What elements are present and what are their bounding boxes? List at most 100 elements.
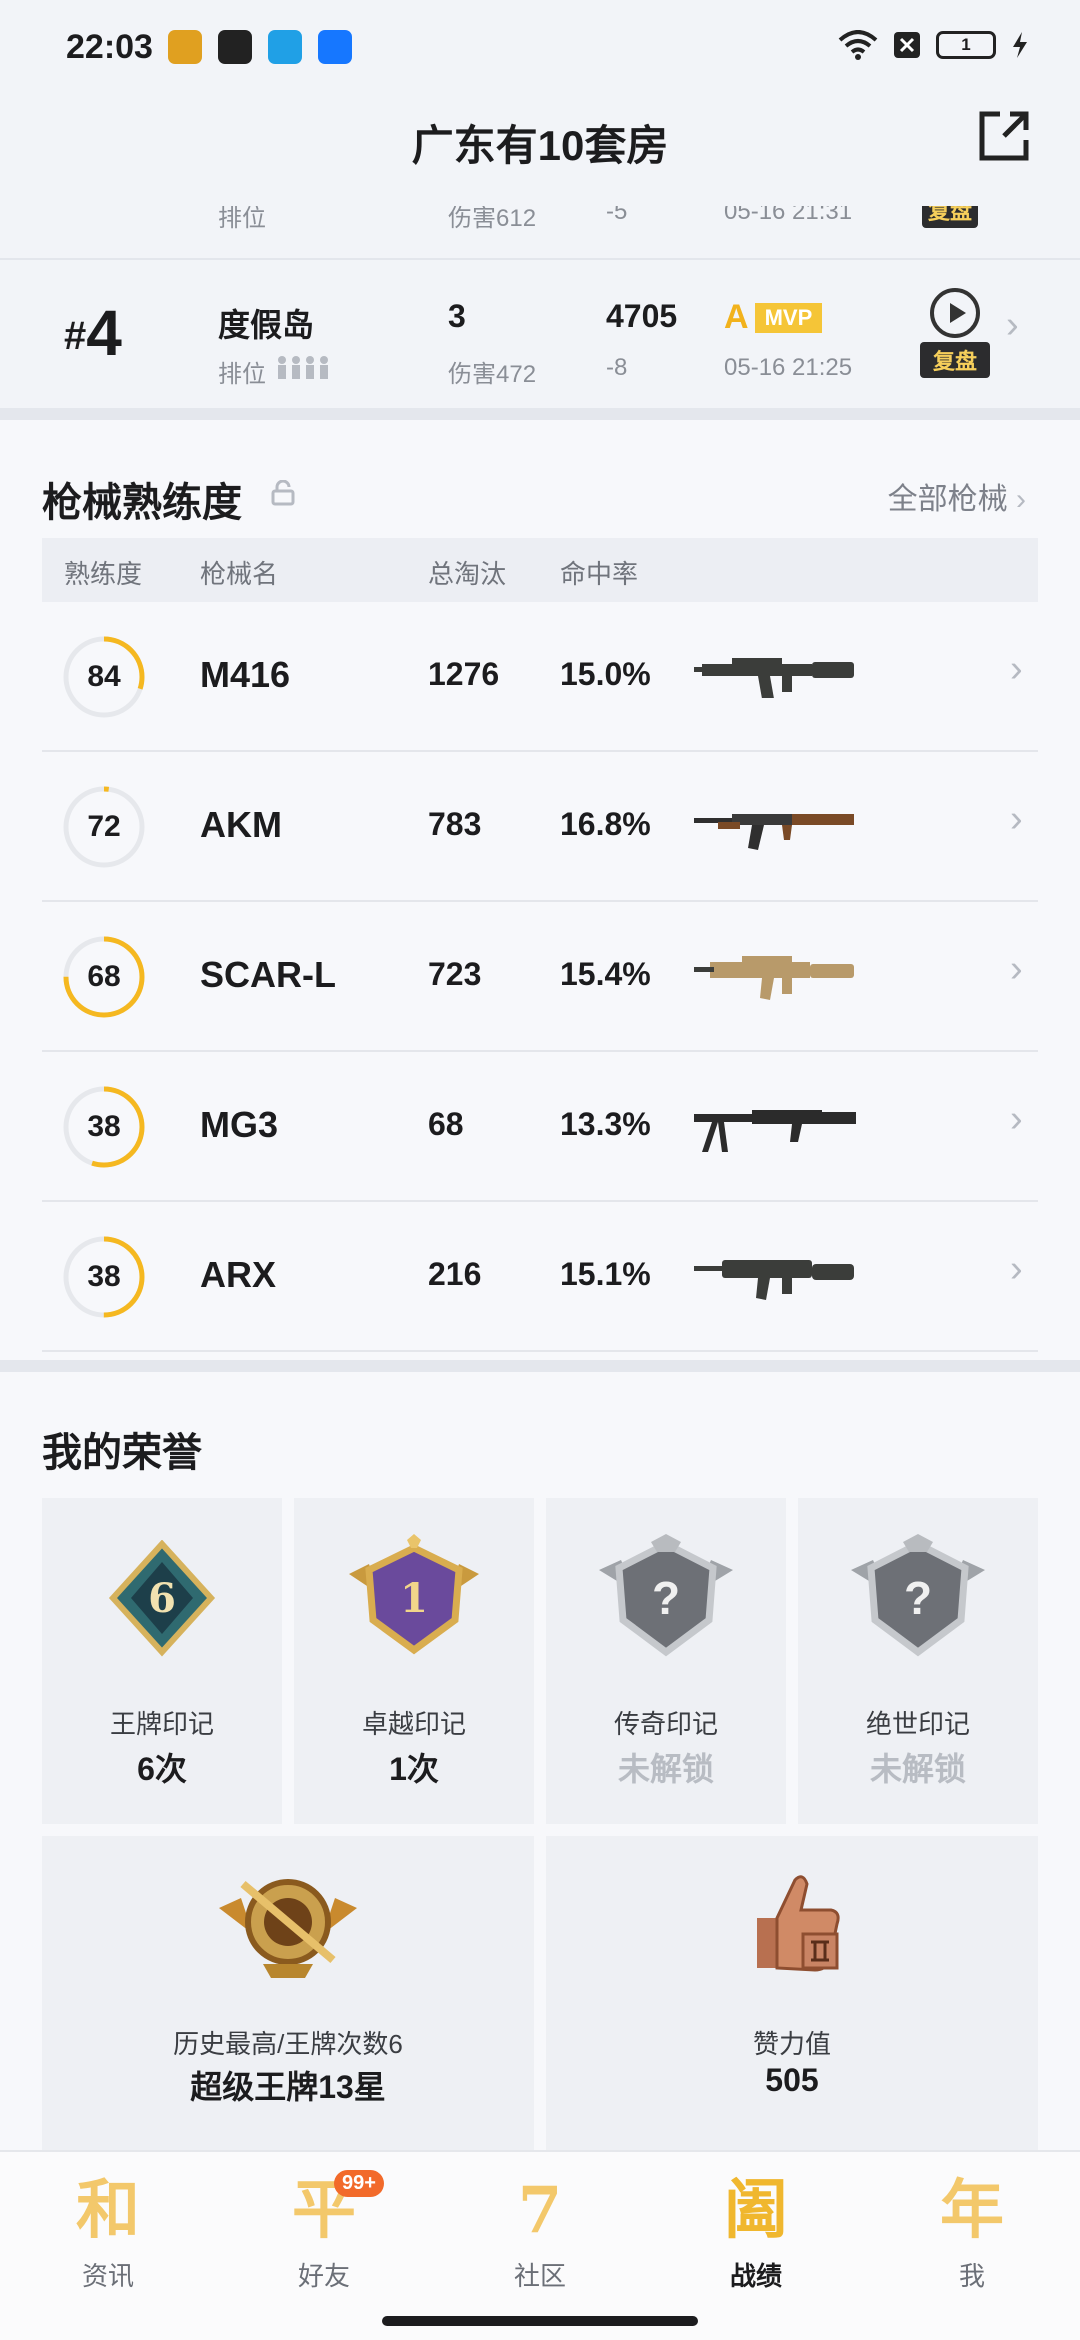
weapon-table-header: 熟练度 枪械名 总淘汰 命中率 xyxy=(42,538,1038,602)
match-rank: #4 xyxy=(64,297,122,369)
weapon-accuracy: 15.0% xyxy=(560,656,651,692)
match-time: 05-16 21:25 xyxy=(724,354,853,381)
weapon-name: MG3 xyxy=(200,1104,279,1145)
charging-icon xyxy=(1013,32,1027,58)
mastery-value: 68 xyxy=(87,960,121,993)
weapon-kills: 68 xyxy=(428,1106,464,1142)
chevron-right-icon: › xyxy=(1010,798,1023,840)
likes-value: 505 xyxy=(765,2062,819,2098)
nav-label: 战绩 xyxy=(729,2261,782,2291)
col-mastery: 熟练度 xyxy=(64,559,143,589)
weapon-name: M416 xyxy=(200,654,291,695)
nav-item-news[interactable]: 和 资讯 xyxy=(28,2166,188,2293)
weapon-name: AKM xyxy=(200,804,282,845)
weapon-accuracy: 15.1% xyxy=(560,1256,651,1292)
nav-label: 社区 xyxy=(513,2261,566,2291)
nav-item-records[interactable]: 阖 战绩 xyxy=(676,2166,836,2293)
weapon-name: ARX xyxy=(200,1254,277,1295)
legend-mark-badge-icon: ? xyxy=(599,1534,733,1657)
honor-label: 卓越印记 xyxy=(361,1709,466,1739)
ace-mark-badge-icon: 6 xyxy=(108,1540,216,1657)
svg-text:?: ? xyxy=(652,1572,680,1624)
status-bar: 22:03 1 xyxy=(0,0,1080,96)
honor-card[interactable]: 6 王牌印记 6次 xyxy=(42,1498,282,1824)
weapon-accuracy: 13.3% xyxy=(560,1106,651,1142)
page-title: 广东有10套房 xyxy=(411,122,669,169)
chevron-right-icon: › xyxy=(1010,648,1023,690)
chevron-right-icon: › xyxy=(1016,483,1026,516)
chevron-right-icon: › xyxy=(1010,1248,1023,1290)
weapon-name: SCAR-L xyxy=(200,954,336,995)
mastery-value: 38 xyxy=(87,1260,121,1293)
weapon-row[interactable]: 68 SCAR-L 723 15.4% › xyxy=(42,902,1038,1052)
honor-value: 1次 xyxy=(389,1751,439,1787)
akm-icon xyxy=(694,814,854,850)
mg3-icon xyxy=(694,1110,856,1152)
weapon-row[interactable]: 72 AKM 783 16.8% › xyxy=(42,752,1038,902)
close-box-icon xyxy=(894,32,920,58)
honor-card[interactable]: ? 绝世印记 未解锁 xyxy=(798,1498,1038,1824)
replay-label: 复盘 xyxy=(920,342,990,378)
ace-rank-badge-icon xyxy=(219,1879,357,1978)
weapon-kills: 783 xyxy=(428,806,482,842)
divider xyxy=(0,1360,1080,1372)
replay-button[interactable]: 复盘 xyxy=(920,288,990,378)
weapon-row[interactable]: 38 MG3 68 13.3% › xyxy=(42,1052,1038,1202)
m416-icon xyxy=(694,658,854,698)
peerless-mark-badge-icon: ? xyxy=(851,1534,985,1657)
status-right: 1 xyxy=(838,30,1030,60)
nav-item-friends[interactable]: 平 99+ 好友 xyxy=(244,2166,404,2293)
weapon-row[interactable]: 84 M416 1276 15.0% › xyxy=(42,602,1038,752)
all-weapons-link[interactable]: 全部枪械 › xyxy=(888,474,1026,518)
match-score: 4705 xyxy=(606,298,678,334)
battery-icon: 1 xyxy=(936,31,996,59)
arx-icon xyxy=(694,1260,854,1300)
honor-value: 未解锁 xyxy=(869,1751,966,1787)
weapon-kills: 1276 xyxy=(428,656,500,692)
honor-label: 传奇印记 xyxy=(613,1709,718,1739)
me-icon: 年 xyxy=(940,2173,1004,2248)
honors-section: 我的荣誉 6 王牌印记 6次 1 卓越印记 1次 ? 传奇印记 未解锁 ? 绝世… xyxy=(0,1372,1080,2150)
home-indicator[interactable] xyxy=(382,2316,698,2326)
weapon-kills: 216 xyxy=(428,1256,482,1292)
svg-text:6: 6 xyxy=(148,1575,176,1622)
game-app-icon xyxy=(168,30,202,64)
mastery-value: 72 xyxy=(87,810,121,843)
honor-card[interactable]: 1 卓越印记 1次 xyxy=(294,1498,534,1824)
page-header: 广东有10套房 xyxy=(0,96,1080,206)
notification-icons xyxy=(168,30,352,64)
chevron-right-icon: › xyxy=(1010,948,1023,990)
nav-label: 好友 xyxy=(297,2261,350,2291)
mvp-badge: MVP xyxy=(754,302,823,333)
col-kills: 总淘汰 xyxy=(428,559,507,589)
nav-item-community[interactable]: 7 社区 xyxy=(460,2166,620,2293)
match-score-change: -8 xyxy=(606,354,628,381)
replay-icon xyxy=(930,288,980,338)
match-row[interactable]: #4 度假岛 排位 3 伤害472 4705 -8 A MVP 05-16 21… xyxy=(0,258,1080,408)
qq-app-icon xyxy=(268,30,302,64)
weapon-mastery-section: 枪械熟练度 全部枪械 › 熟练度 枪械名 总淘汰 命中率 84 M416 127… xyxy=(0,420,1080,1360)
records-icon: 阖 xyxy=(724,2173,788,2248)
community-icon: 7 xyxy=(517,2173,563,2248)
chevron-right-icon: › xyxy=(1010,1098,1023,1140)
nav-item-me[interactable]: 年 我 xyxy=(892,2166,1052,2293)
shield-app-icon xyxy=(218,30,252,64)
grade-letter: A xyxy=(724,298,749,336)
weapon-section-title: 枪械熟练度 xyxy=(42,481,242,525)
honors-title: 我的荣誉 xyxy=(42,1431,202,1475)
divider xyxy=(0,408,1080,420)
honor-card[interactable]: ? 传奇印记 未解锁 xyxy=(546,1498,786,1824)
peak-rank-value: 超级王牌13星 xyxy=(190,2069,386,2105)
weapon-row[interactable]: 38 ARX 216 15.1% › xyxy=(42,1202,1038,1352)
match-kills: 3 xyxy=(448,298,466,334)
weapon-accuracy: 16.8% xyxy=(560,806,651,842)
honor-value: 6次 xyxy=(137,1751,187,1787)
col-weapon-name: 枪械名 xyxy=(200,559,279,589)
thumbs-up-icon xyxy=(757,1875,840,1972)
peak-rank-card[interactable]: 历史最高/王牌次数6 超级王牌13星 xyxy=(42,1836,534,2150)
wifi-icon xyxy=(838,30,878,60)
share-icon[interactable] xyxy=(974,106,1034,166)
status-time: 22:03 xyxy=(66,28,153,66)
svg-text:1: 1 xyxy=(400,1575,428,1622)
likes-card[interactable]: 赞力值 505 xyxy=(546,1836,1038,2150)
